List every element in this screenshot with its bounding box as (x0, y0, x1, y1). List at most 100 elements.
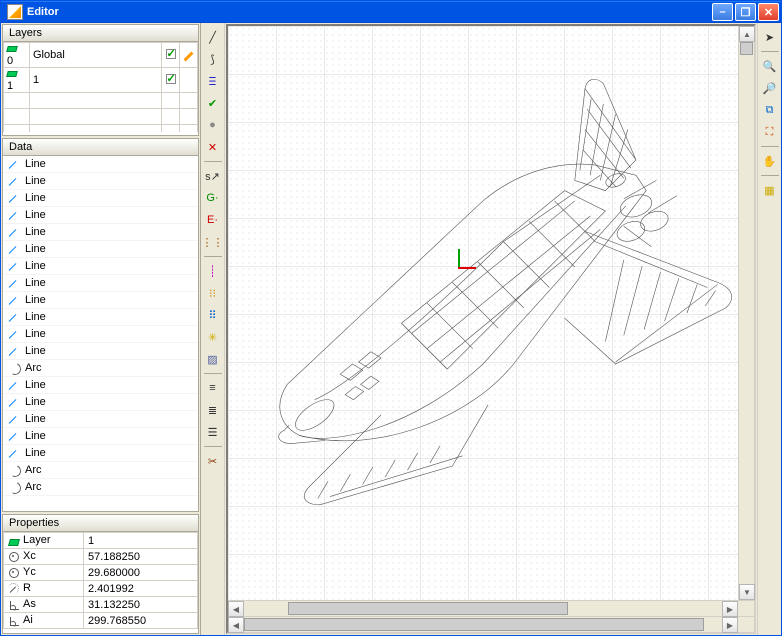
maximize-button[interactable]: ❐ (735, 3, 756, 21)
data-row[interactable]: Line (3, 190, 198, 207)
line-icon (7, 412, 21, 426)
tool-zoom-in[interactable]: 🔍 (760, 56, 780, 76)
data-row-label: Line (25, 396, 46, 408)
data-row[interactable]: Line (3, 343, 198, 360)
property-name: Ai (23, 614, 33, 626)
data-row[interactable]: Line (3, 258, 198, 275)
vscroll-thumb[interactable] (740, 42, 753, 55)
data-row[interactable]: Line (3, 224, 198, 241)
tool-hatch[interactable]: ▨ (203, 349, 223, 369)
data-row[interactable]: Line (3, 275, 198, 292)
visible-checkbox[interactable] (166, 74, 176, 84)
tool-zoom-out[interactable]: 🔎 (760, 78, 780, 98)
titlebar[interactable]: Editor – ❐ ✕ (1, 1, 781, 23)
data-row[interactable]: Line (3, 156, 198, 173)
data-row[interactable]: Arc (3, 479, 198, 496)
tool-snap[interactable]: s↗ (203, 166, 223, 186)
scroll-corner (738, 617, 754, 632)
tool-line[interactable]: ╱ (203, 27, 223, 47)
tool-align3[interactable]: ☰ (203, 422, 223, 442)
properties-panel: Properties Layer1Xc57.188250Yc29.680000R… (2, 514, 199, 634)
ang-icon (8, 599, 20, 611)
data-row[interactable]: Arc (3, 462, 198, 479)
tool-5[interactable]: ▦ (760, 180, 780, 200)
tool-pointer[interactable]: ➤ (760, 27, 780, 47)
tool-polyline[interactable]: Ⲷ (203, 71, 223, 91)
property-row[interactable]: Xc57.188250 (4, 549, 198, 565)
visible-checkbox[interactable] (166, 49, 176, 59)
hscroll-thumb[interactable] (288, 602, 568, 615)
tool-nodes[interactable]: ⠿ (203, 305, 223, 325)
data-row[interactable]: Arc (3, 360, 198, 377)
line-icon (7, 293, 21, 307)
line-icon (7, 276, 21, 290)
tool-align1[interactable]: ≡ (203, 378, 223, 398)
window-title: Editor (27, 6, 710, 18)
property-name: Yc (23, 566, 36, 578)
data-row[interactable]: Line (3, 326, 198, 343)
tool-bulb[interactable]: ✳ (203, 327, 223, 347)
data-row[interactable]: Line (3, 207, 198, 224)
tool-circle-fill[interactable]: ● (203, 115, 223, 135)
right-toolstrip: ➤ 🔍🔎⧉⛶ ✋ ▦ (757, 23, 781, 635)
canvas-hscroll-2[interactable]: ◀ ▶ (228, 617, 738, 632)
data-row[interactable]: Line (3, 394, 198, 411)
layer-row[interactable]: 0 Global (4, 43, 198, 68)
layer-row[interactable] (4, 109, 198, 125)
shuttle-wireframe (228, 26, 738, 600)
data-row[interactable]: Line (3, 445, 198, 462)
data-row[interactable]: Line (3, 309, 198, 326)
tool-grid-g[interactable]: G· (203, 188, 223, 208)
data-row[interactable]: Line (3, 377, 198, 394)
scroll-left-icon[interactable]: ◀ (228, 601, 244, 617)
data-row-label: Line (25, 175, 46, 187)
minimize-button[interactable]: – (712, 3, 733, 21)
close-button[interactable]: ✕ (758, 3, 779, 21)
tool-v1[interactable]: ┊ (203, 261, 223, 281)
layer-row[interactable] (4, 93, 198, 109)
tool-cut[interactable]: ✂ (203, 451, 223, 471)
tool-v2[interactable]: ⁝⁝ (203, 283, 223, 303)
hscroll2-thumb[interactable] (244, 618, 704, 631)
separator (204, 256, 222, 257)
property-row[interactable]: Yc29.680000 (4, 565, 198, 581)
app-icon (7, 4, 23, 20)
ang-icon (8, 615, 20, 627)
data-row[interactable]: Line (3, 411, 198, 428)
layer-row[interactable]: 1 1 (4, 68, 198, 93)
scroll-up-icon[interactable]: ▲ (739, 26, 755, 42)
tool-pan[interactable]: ✋ (760, 151, 780, 171)
line-icon (7, 259, 21, 273)
tool-grid-e[interactable]: E· (203, 210, 223, 230)
line-icon (7, 191, 21, 205)
property-row[interactable]: Layer1 (4, 533, 198, 549)
data-row[interactable]: Line (3, 173, 198, 190)
tool-align2[interactable]: ≣ (203, 400, 223, 420)
tool-zoom-fit[interactable]: ⛶ (760, 122, 780, 142)
y-axis-icon (458, 249, 460, 267)
tool-dots[interactable]: ⋮⋮ (203, 232, 223, 252)
tool-delete[interactable]: ✕ (203, 137, 223, 157)
tool-confirm[interactable]: ✔ (203, 93, 223, 113)
property-row[interactable]: Ai299.768550 (4, 613, 198, 629)
properties-table[interactable]: Layer1Xc57.188250Yc29.680000R2.401992As3… (3, 532, 198, 629)
canvas-vscroll[interactable]: ▲ ▼ (738, 26, 754, 600)
scroll-down-icon[interactable]: ▼ (739, 584, 755, 600)
data-row-label: Arc (25, 464, 42, 476)
layers-table[interactable]: 0 Global 1 1 (3, 42, 198, 132)
tool-arc[interactable]: ⟆ (203, 49, 223, 69)
data-row[interactable]: Line (3, 428, 198, 445)
data-row[interactable]: Line (3, 241, 198, 258)
scroll-right-icon[interactable]: ▶ (722, 601, 738, 617)
data-row[interactable]: Line (3, 292, 198, 309)
canvas-hscroll[interactable]: ◀ ▶ (228, 601, 738, 616)
line-icon (7, 378, 21, 392)
tool-zoom-window[interactable]: ⧉ (760, 100, 780, 120)
property-row[interactable]: R2.401992 (4, 581, 198, 597)
layer-row[interactable] (4, 125, 198, 133)
data-list[interactable]: LineLineLineLineLineLineLineLineLineLine… (3, 156, 198, 511)
scroll-left-icon[interactable]: ◀ (228, 617, 244, 633)
scroll-right-icon[interactable]: ▶ (722, 617, 738, 633)
drawing-canvas[interactable] (228, 26, 738, 600)
property-row[interactable]: As31.132250 (4, 597, 198, 613)
